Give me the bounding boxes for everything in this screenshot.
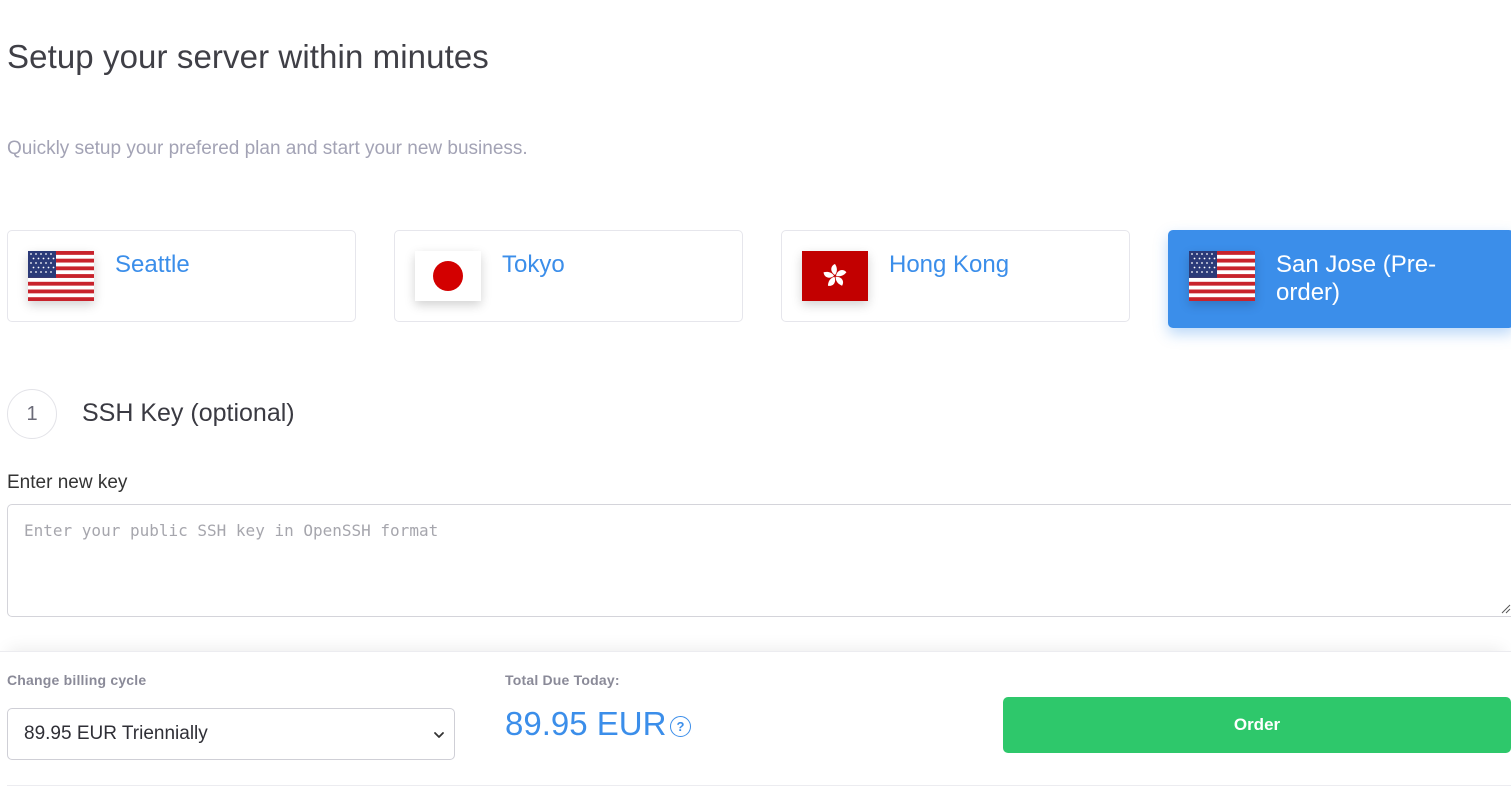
- japan-flag-icon: [415, 251, 481, 301]
- billing-cycle-value: 89.95 EUR Triennially: [24, 723, 208, 744]
- page-subtitle: Quickly setup your prefered plan and sta…: [7, 138, 528, 159]
- hong-kong-flag-icon: [802, 251, 868, 301]
- step-number-badge: 1: [7, 389, 57, 439]
- resize-handle-icon[interactable]: [1500, 603, 1511, 614]
- question-circle-icon[interactable]: ?: [670, 716, 691, 737]
- step-title: SSH Key (optional): [82, 399, 295, 427]
- billing-cycle-select[interactable]: 89.95 EUR Triennially: [7, 708, 455, 760]
- total-due-value: 89.95 EUR: [505, 705, 667, 742]
- location-card-tokyo[interactable]: Tokyo: [394, 230, 743, 322]
- location-card-seattle[interactable]: Seattle: [7, 230, 356, 322]
- ssh-key-input[interactable]: [7, 504, 1511, 617]
- billing-cycle-label: Change billing cycle: [7, 672, 147, 688]
- divider: [7, 785, 1511, 786]
- server-setup-page: Setup your server within minutes Quickly…: [0, 0, 1511, 794]
- location-name: San Jose (Pre-order): [1276, 251, 1437, 306]
- location-name: Tokyo: [502, 251, 565, 278]
- ssh-key-label: Enter new key: [7, 472, 128, 493]
- chevron-down-icon: [434, 732, 444, 738]
- page-title: Setup your server within minutes: [7, 38, 489, 75]
- us-flag-icon: [28, 251, 94, 301]
- location-name: Hong Kong: [889, 251, 1010, 278]
- location-name: Seattle: [115, 251, 190, 278]
- order-button[interactable]: Order: [1003, 697, 1511, 753]
- location-card-hong-kong[interactable]: Hong Kong: [781, 230, 1130, 322]
- total-due-label: Total Due Today:: [505, 672, 620, 688]
- us-flag-icon: [1189, 251, 1255, 301]
- location-card-san-jose[interactable]: San Jose (Pre-order): [1168, 230, 1511, 328]
